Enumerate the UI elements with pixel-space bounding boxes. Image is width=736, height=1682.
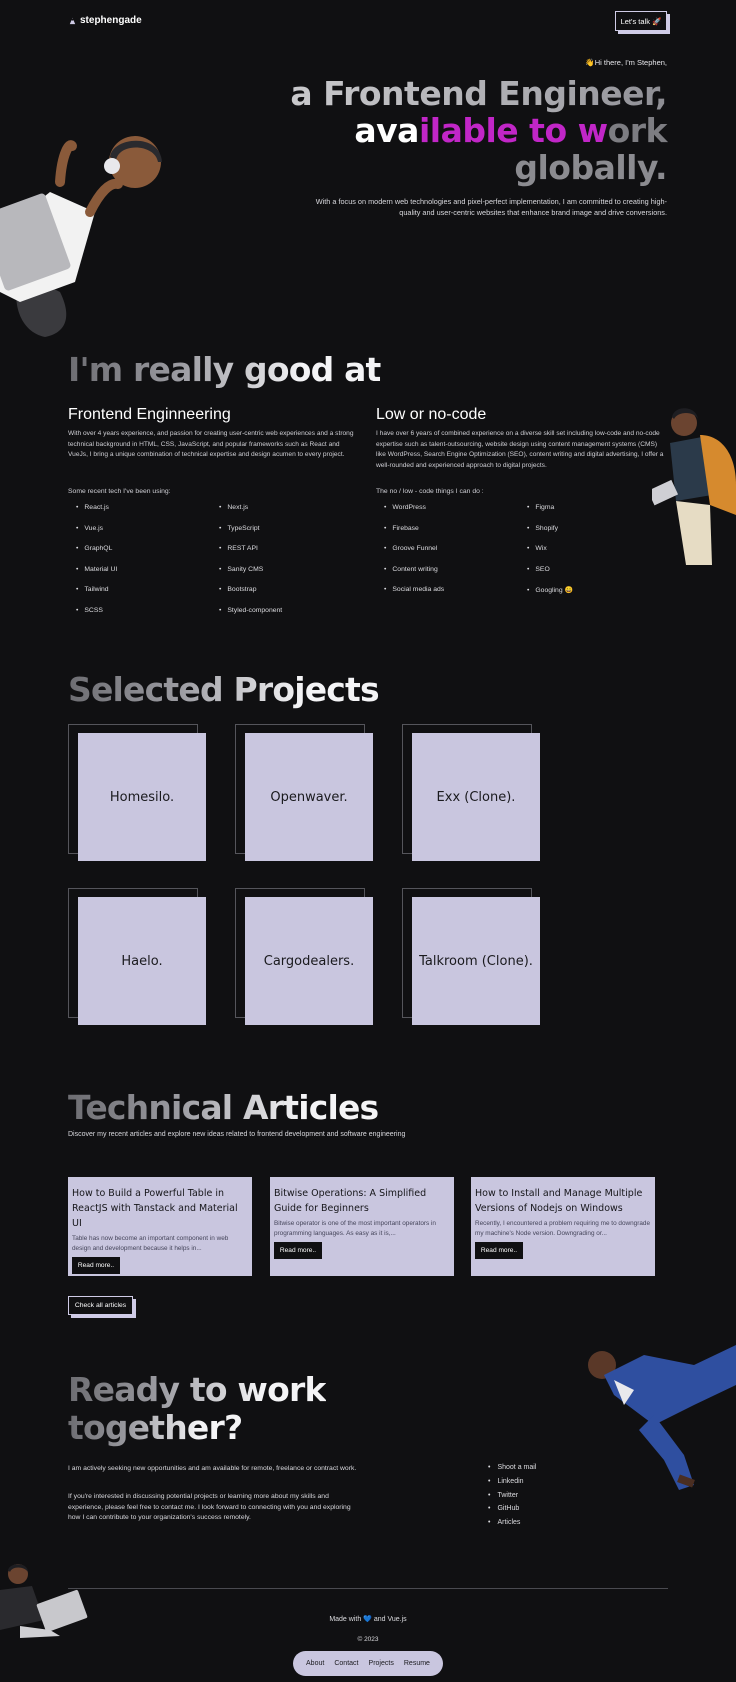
tech-item: Sanity CMS	[219, 566, 263, 573]
nav-item-projects[interactable]: Projects	[369, 1660, 394, 1667]
contact-link-twitter[interactable]: Twitter	[488, 1492, 518, 1499]
tech-item: Firebase	[384, 525, 418, 532]
tech-item: Googling 😄	[527, 586, 573, 594]
article-excerpt: Table has now become an important compon…	[72, 1235, 229, 1252]
tech-item: Shopify	[527, 525, 558, 532]
contact-link-linkedin[interactable]: Linkedin	[488, 1478, 523, 1485]
contact-heading-line1: Ready to work	[68, 1370, 326, 1409]
read-more-button[interactable]: Read more..	[475, 1242, 523, 1259]
nocode-description: I have over 6 years of combined experien…	[376, 430, 664, 469]
contact-paragraph-1: I am actively seeking new opportunities …	[68, 1465, 357, 1472]
tech-item: React.js	[76, 504, 109, 511]
articles-heading: Technical Articles	[68, 1088, 379, 1127]
copyright: © 2023	[357, 1636, 379, 1643]
developer-sitting-illustration	[0, 1564, 88, 1638]
read-more-button[interactable]: Read more..	[274, 1242, 322, 1259]
made-prefix: Made with	[329, 1616, 362, 1623]
read-more-button[interactable]: Read more..	[72, 1257, 120, 1274]
skills-heading: I'm really good at	[68, 350, 381, 389]
tech-item: Social media ads	[384, 586, 444, 593]
tech-item: SEO	[527, 566, 549, 573]
project-card-cargodealers[interactable]: Cargodealers.	[245, 897, 373, 1025]
project-card-talkroom-clone[interactable]: Talkroom (Clone).	[412, 897, 540, 1025]
footer-nav: About Contact Projects Resume	[293, 1651, 443, 1676]
nocode-title: Low or no-code	[376, 406, 487, 423]
hero-headline-line3: globally.	[514, 148, 667, 187]
frontend-description: With over 4 years experience, and passio…	[68, 430, 354, 458]
article-card: How to Build a Powerful Table in ReactJS…	[68, 1177, 252, 1276]
site-logo[interactable]: stephengade	[68, 15, 142, 26]
tech-item: Bootstrap	[219, 586, 256, 593]
tech-item: REST API	[219, 545, 257, 552]
check-all-articles-button[interactable]: Check all articles	[68, 1296, 133, 1315]
tech-item: WordPress	[384, 504, 426, 511]
article-card: How to Install and Manage Multiple Versi…	[471, 1177, 655, 1276]
contact-paragraph-2: If you're interested in discussing poten…	[68, 1493, 351, 1521]
tech-item: SCSS	[76, 607, 103, 614]
projects-heading: Selected Projects	[68, 670, 380, 709]
article-card: Bitwise Operations: A Simplified Guide f…	[270, 1177, 454, 1276]
frontend-title: Frontend Enginneering	[68, 406, 231, 423]
hero-line2-gray: ork	[607, 111, 668, 150]
articles-subtitle: Discover my recent articles and explore …	[68, 1131, 406, 1138]
project-card-openwaver[interactable]: Openwaver.	[245, 733, 373, 861]
developer-headset-illustration	[0, 136, 162, 337]
contact-link-github[interactable]: GitHub	[488, 1505, 519, 1512]
nav-item-resume[interactable]: Resume	[404, 1660, 430, 1667]
tech-item: Vue.js	[76, 525, 103, 532]
article-title[interactable]: How to Build a Powerful Table in ReactJS…	[72, 1186, 248, 1231]
tech-item: Material UI	[76, 566, 117, 573]
flying-businessman-illustration	[588, 1345, 736, 1490]
nocode-tech-intro: The no / low - code things I can do :	[376, 488, 484, 495]
hero-headline-line1: a Frontend Engineer,	[290, 74, 667, 113]
tech-item: TypeScript	[219, 525, 259, 532]
article-title[interactable]: How to Install and Manage Multiple Versi…	[475, 1186, 651, 1216]
hero-line2-purple: ilable to w	[418, 111, 608, 150]
tech-item: Styled-component	[219, 607, 282, 614]
nav-item-about[interactable]: About	[306, 1660, 324, 1667]
hero-headline-line2: available to work	[354, 111, 667, 150]
tech-item: Tailwind	[76, 586, 108, 593]
article-excerpt: Recently, I encountered a problem requir…	[475, 1220, 651, 1237]
tech-item: Groove Funnel	[384, 545, 437, 552]
hero-greeting: 👋Hi there, I'm Stephen,	[585, 58, 667, 67]
logo-icon	[69, 17, 76, 25]
project-card-haelo[interactable]: Haelo.	[78, 897, 206, 1025]
contact-heading-line2: together?	[68, 1408, 243, 1447]
footer-divider	[68, 1588, 668, 1589]
student-laptop-illustration	[652, 408, 736, 565]
nav-item-contact[interactable]: Contact	[334, 1660, 358, 1667]
logo-text: stephengade	[80, 15, 142, 26]
contact-link-articles[interactable]: Articles	[488, 1519, 520, 1526]
tech-item: Content writing	[384, 566, 437, 573]
made-with-text: Made with 💙 and Vue.js	[0, 1615, 736, 1623]
tech-item: Wix	[527, 545, 546, 552]
article-excerpt: Bitwise operator is one of the most impo…	[274, 1220, 436, 1237]
tech-item: GraphQL	[76, 545, 112, 552]
project-card-exx-clone[interactable]: Exx (Clone).	[412, 733, 540, 861]
heart-icon: 💙	[363, 1616, 372, 1623]
lets-talk-button[interactable]: Let's talk 🚀	[615, 11, 667, 31]
tech-item: Figma	[527, 504, 554, 511]
frontend-tech-intro: Some recent tech I've been using:	[68, 488, 171, 495]
project-card-homesilo[interactable]: Homesilo.	[78, 733, 206, 861]
hero-line2-white: ava	[354, 111, 419, 150]
article-title[interactable]: Bitwise Operations: A Simplified Guide f…	[274, 1186, 450, 1216]
hero-description: With a focus on modern web technologies …	[315, 197, 667, 217]
contact-link-mail[interactable]: Shoot a mail	[488, 1464, 536, 1471]
tech-item: Next.js	[219, 504, 248, 511]
made-suffix: and Vue.js	[373, 1616, 407, 1623]
